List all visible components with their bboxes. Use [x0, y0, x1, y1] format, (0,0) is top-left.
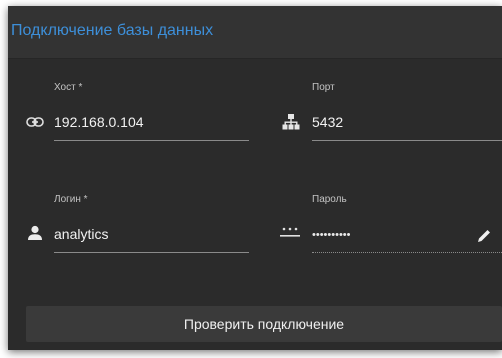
person-icon	[25, 224, 45, 242]
port-underline	[312, 140, 502, 141]
port-label: Порт	[312, 82, 335, 93]
login-underline	[54, 252, 249, 253]
login-input[interactable]: analytics	[54, 226, 108, 242]
password-underline	[312, 252, 502, 253]
host-underline	[54, 140, 249, 141]
database-connection-dialog: Подключение базы данных Хост * 192.168.0…	[8, 6, 502, 350]
dialog-title: Подключение базы данных	[11, 22, 214, 39]
password-icon	[278, 224, 302, 240]
check-connection-button[interactable]: Проверить подключение	[26, 306, 502, 342]
port-input[interactable]: 5432	[312, 114, 343, 130]
login-label: Логин *	[54, 194, 88, 205]
password-label: Пароль	[312, 194, 347, 205]
pencil-icon[interactable]	[474, 226, 494, 246]
network-icon	[280, 112, 302, 132]
check-connection-label: Проверить подключение	[183, 316, 345, 332]
host-input[interactable]: 192.168.0.104	[54, 114, 144, 130]
host-label: Хост *	[54, 82, 83, 93]
link-icon	[24, 114, 46, 130]
password-input[interactable]: ••••••••••	[312, 229, 351, 241]
dialog-header: Подключение базы данных	[8, 6, 502, 59]
